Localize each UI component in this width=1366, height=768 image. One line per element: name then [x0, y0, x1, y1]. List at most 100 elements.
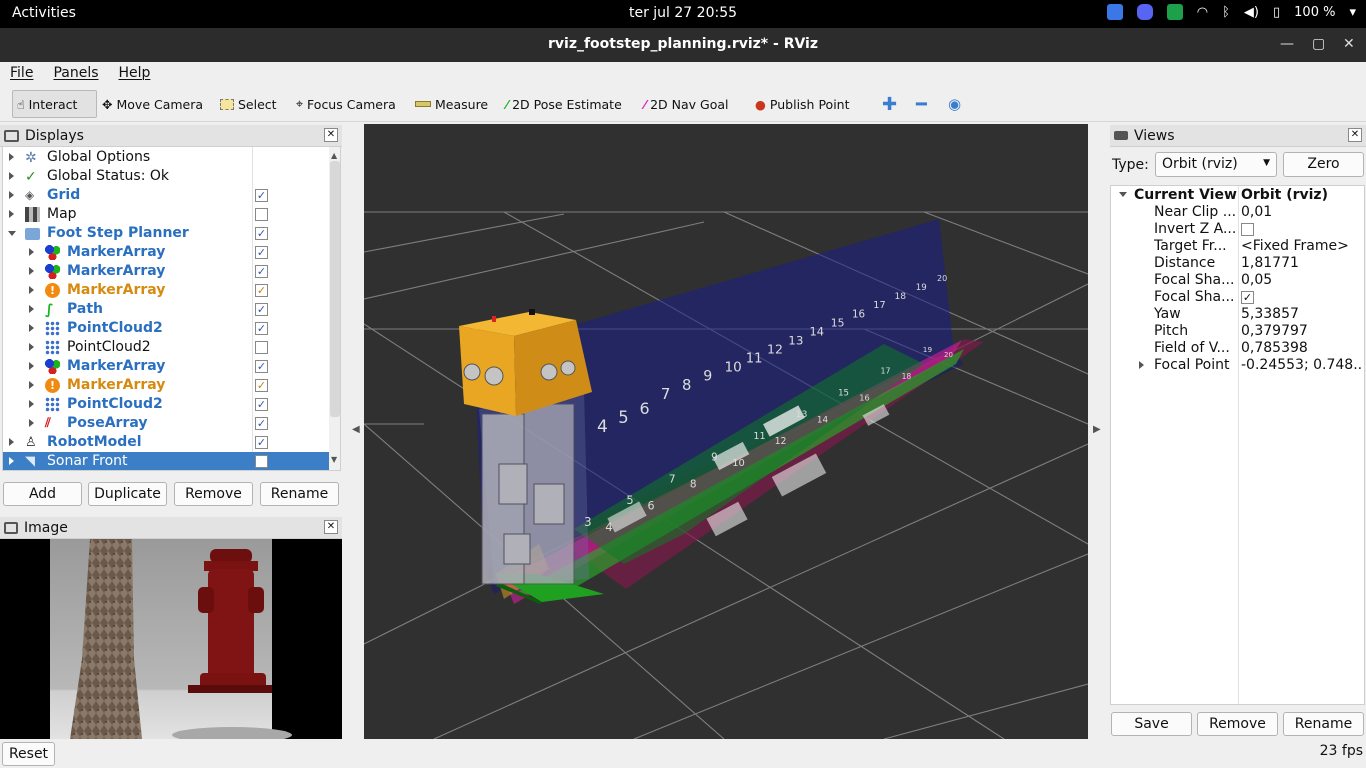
- expand-arrow-icon[interactable]: [9, 210, 14, 218]
- robotmodel-checkbox[interactable]: ✓: [255, 436, 268, 449]
- tree-row-foot-step-planner[interactable]: Foot Step Planner ✓: [3, 224, 329, 243]
- tree-row-markerarray-4[interactable]: MarkerArray ✓: [3, 357, 329, 376]
- prop-focal-shape-size[interactable]: Focal Sha... 0,05: [1111, 272, 1364, 289]
- nav-goal-tool-button[interactable]: ⁄ 2D Nav Goal: [640, 90, 733, 118]
- expand-arrow-icon[interactable]: [29, 381, 34, 389]
- tree-row-path[interactable]: ∫ Path ✓: [3, 300, 329, 319]
- sonar-front-checkbox[interactable]: [255, 455, 268, 468]
- tree-row-pointcloud2-1[interactable]: PointCloud2 ✓: [3, 319, 329, 338]
- prop-current-view[interactable]: Current View Orbit (rviz): [1111, 187, 1364, 204]
- tree-row-global-status[interactable]: ✓ Global Status: Ok: [3, 167, 329, 186]
- prop-focal-shape-fixed[interactable]: Focal Sha... ✓: [1111, 289, 1364, 306]
- discord-icon[interactable]: [1136, 4, 1153, 20]
- reset-button[interactable]: Reset: [2, 742, 55, 766]
- remove-display-button[interactable]: Remove: [174, 482, 253, 506]
- markerarray-1-checkbox[interactable]: ✓: [255, 246, 268, 259]
- close-panel-icon[interactable]: ✕: [1348, 128, 1362, 142]
- displays-tree[interactable]: ✲ Global Options ✓ Global Status: Ok ◈ G…: [2, 146, 341, 471]
- tree-row-map[interactable]: Map: [3, 205, 329, 224]
- expand-arrow-icon[interactable]: [1139, 361, 1144, 369]
- volume-icon[interactable]: ◀): [1244, 5, 1259, 20]
- tree-row-markerarray-5[interactable]: ! MarkerArray ✓: [3, 376, 329, 395]
- collapse-right-icon[interactable]: ▶: [1093, 424, 1101, 435]
- battery-icon[interactable]: ▯: [1273, 5, 1280, 20]
- expand-arrow-icon[interactable]: [9, 153, 14, 161]
- interact-tool-button[interactable]: ☝ Interact: [12, 90, 97, 118]
- battery-percent[interactable]: 100 %: [1294, 5, 1335, 20]
- notification-icon[interactable]: [1166, 4, 1183, 20]
- remove-tool-icon[interactable]: ━: [912, 90, 931, 118]
- expand-arrow-icon[interactable]: [9, 457, 14, 465]
- menu-file[interactable]: File: [0, 62, 43, 86]
- prop-field-of-view[interactable]: Field of V... 0,785398: [1111, 340, 1364, 357]
- tree-row-markerarray-3[interactable]: ! MarkerArray ✓: [3, 281, 329, 300]
- prop-pitch[interactable]: Pitch 0,379797: [1111, 323, 1364, 340]
- pointcloud2-2-checkbox[interactable]: [255, 341, 268, 354]
- tree-row-markerarray-1[interactable]: MarkerArray ✓: [3, 243, 329, 262]
- save-view-button[interactable]: Save: [1111, 712, 1192, 736]
- collapse-left-icon[interactable]: ◀: [352, 424, 360, 435]
- bluetooth-icon[interactable]: ᛒ: [1222, 5, 1230, 20]
- measure-tool-button[interactable]: Measure: [411, 90, 492, 118]
- duplicate-display-button[interactable]: Duplicate: [88, 482, 167, 506]
- expand-arrow-icon[interactable]: [29, 324, 34, 332]
- views-properties-tree[interactable]: Current View Orbit (rviz) Near Clip ... 0…: [1110, 185, 1365, 705]
- map-checkbox[interactable]: [255, 208, 268, 221]
- expand-arrow-icon[interactable]: [29, 343, 34, 351]
- chevron-down-icon[interactable]: ▾: [1349, 5, 1356, 20]
- expand-arrow-icon[interactable]: [29, 419, 34, 427]
- views-type-select[interactable]: Orbit (rviz) ▼: [1155, 152, 1277, 177]
- select-tool-button[interactable]: Select: [216, 90, 281, 118]
- render-viewport-3d[interactable]: 4 5 6 7 8 9 10 11 12 13 14 15 16 17 18 19 20 3 4 5 6 7 8 9 10 11…: [364, 124, 1088, 739]
- foot-step-planner-checkbox[interactable]: ✓: [255, 227, 268, 240]
- tree-row-pointcloud2-3[interactable]: PointCloud2 ✓: [3, 395, 329, 414]
- focus-camera-tool-button[interactable]: ⌖ Focus Camera: [292, 90, 400, 118]
- tree-row-global-options[interactable]: ✲ Global Options: [3, 148, 329, 167]
- prop-distance[interactable]: Distance 1,81771: [1111, 255, 1364, 272]
- close-panel-icon[interactable]: ✕: [324, 520, 338, 534]
- markerarray-5-checkbox[interactable]: ✓: [255, 379, 268, 392]
- expand-arrow-icon[interactable]: [29, 267, 34, 275]
- close-panel-icon[interactable]: ✕: [324, 128, 338, 142]
- expand-arrow-icon[interactable]: [9, 191, 14, 199]
- pointcloud2-3-checkbox[interactable]: ✓: [255, 398, 268, 411]
- prop-near-clip[interactable]: Near Clip ... 0,01: [1111, 204, 1364, 221]
- expand-arrow-icon[interactable]: [29, 286, 34, 294]
- maximize-icon[interactable]: ▢: [1312, 36, 1325, 52]
- publish-point-tool-button[interactable]: ● Publish Point: [751, 90, 854, 118]
- add-display-button[interactable]: Add: [3, 482, 82, 506]
- app-indicator-icon[interactable]: [1106, 4, 1123, 20]
- collapse-arrow-icon[interactable]: [1119, 192, 1127, 197]
- close-icon[interactable]: ✕: [1343, 36, 1355, 52]
- prop-focal-point[interactable]: Focal Point -0.24553; 0.748...: [1111, 357, 1364, 374]
- rename-view-button[interactable]: Rename: [1283, 712, 1364, 736]
- tree-row-markerarray-2[interactable]: MarkerArray ✓: [3, 262, 329, 281]
- posearray-checkbox[interactable]: ✓: [255, 417, 268, 430]
- prop-yaw[interactable]: Yaw 5,33857: [1111, 306, 1364, 323]
- expand-arrow-icon[interactable]: [29, 305, 34, 313]
- tree-row-pointcloud2-2[interactable]: PointCloud2: [3, 338, 329, 357]
- minimize-icon[interactable]: —: [1280, 36, 1294, 52]
- tree-row-sonar-front[interactable]: ◥ Sonar Front: [3, 452, 329, 470]
- rename-display-button[interactable]: Rename: [260, 482, 339, 506]
- path-checkbox[interactable]: ✓: [255, 303, 268, 316]
- scrollbar-thumb[interactable]: [330, 161, 340, 417]
- pointcloud2-1-checkbox[interactable]: ✓: [255, 322, 268, 335]
- menu-help[interactable]: Help: [109, 62, 161, 86]
- markerarray-2-checkbox[interactable]: ✓: [255, 265, 268, 278]
- move-camera-tool-button[interactable]: ✥ Move Camera: [98, 90, 207, 118]
- add-tool-icon[interactable]: ✚: [878, 90, 901, 118]
- pose-estimate-tool-button[interactable]: ⁄ 2D Pose Estimate: [502, 90, 626, 118]
- tree-row-posearray[interactable]: ⫽ PoseArray ✓: [3, 414, 329, 433]
- expand-arrow-icon[interactable]: [9, 438, 14, 446]
- prop-invert-z[interactable]: Invert Z A...: [1111, 221, 1364, 238]
- eye-icon[interactable]: ◉: [944, 90, 965, 118]
- collapse-arrow-icon[interactable]: [8, 231, 16, 236]
- system-tray[interactable]: ◠ ᛒ ◀) ▯ 100 % ▾: [1106, 4, 1356, 20]
- remove-view-button[interactable]: Remove: [1197, 712, 1278, 736]
- tree-row-grid[interactable]: ◈ Grid ✓: [3, 186, 329, 205]
- expand-arrow-icon[interactable]: [9, 172, 14, 180]
- prop-target-frame[interactable]: Target Fr... <Fixed Frame>: [1111, 238, 1364, 255]
- focal-shape-checkbox[interactable]: ✓: [1241, 291, 1254, 304]
- expand-arrow-icon[interactable]: [29, 248, 34, 256]
